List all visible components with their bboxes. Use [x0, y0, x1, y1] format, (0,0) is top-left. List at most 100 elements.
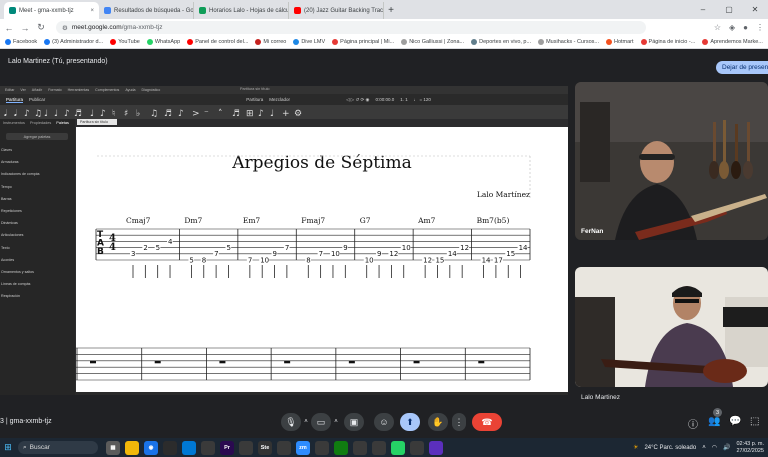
status-item[interactable]: Vista de páginas ▾ [508, 394, 539, 395]
new-tab-button[interactable]: + [384, 2, 398, 19]
weather-text[interactable]: 24°C Parc. soleado [644, 445, 696, 451]
extensions-icon[interactable]: ◈ [729, 23, 735, 32]
taskbar-app-icon[interactable] [125, 440, 139, 455]
menu-item[interactable]: Ver [20, 88, 25, 92]
palette-item[interactable]: Respiración [0, 294, 20, 298]
palette-item[interactable]: Articulaciones [0, 233, 23, 237]
taskbar-app-icon[interactable] [201, 440, 215, 455]
taskbar-app-icon[interactable] [334, 440, 348, 455]
palette-item[interactable]: Repeticiones [0, 209, 22, 213]
tray-chevron-icon[interactable]: ˄ [702, 445, 706, 451]
taskbar-app-icon[interactable] [239, 440, 253, 455]
menu-item[interactable]: Añadir [32, 88, 42, 92]
profile-icon[interactable]: ● [743, 23, 748, 32]
captions-button[interactable]: ▣ [344, 413, 364, 431]
taskbar-app-icon[interactable] [182, 440, 196, 455]
bookmark-item[interactable]: Dive LMV [293, 39, 325, 45]
browser-tab[interactable]: Resultados de búsqueda - Goo× [99, 2, 194, 19]
windows-start-icon[interactable]: ⊞ [0, 438, 16, 457]
maximize-button[interactable]: ▢ [716, 0, 742, 19]
taskbar-app-icon[interactable] [410, 440, 424, 455]
bookmark-item[interactable]: YouTube [110, 39, 140, 45]
bookmark-item[interactable]: Mi correo [255, 39, 286, 45]
reload-icon[interactable]: ↻ [36, 22, 46, 33]
bookmark-item[interactable]: WhatsApp [146, 39, 180, 45]
bookmark-item[interactable]: Panel de control del... [187, 39, 248, 45]
volume-icon[interactable]: 🔊 [723, 444, 730, 451]
present-screen-button[interactable]: ⬆ [400, 413, 420, 431]
tab-palettes[interactable]: Paletas [56, 121, 69, 125]
bookmark-item[interactable]: Deportes en vivo, p... [471, 39, 531, 45]
palette-item[interactable]: Dinámicas [0, 221, 18, 225]
site-info-icon[interactable]: ⚙ [62, 24, 68, 32]
taskbar-app-icon[interactable] [429, 440, 443, 455]
taskbar-search[interactable]: ⌕ Buscar [18, 441, 98, 454]
microphone-button[interactable]: 🎙 [281, 413, 301, 431]
mode-partitura-button[interactable]: Partitura [246, 97, 263, 102]
stop-presenting-button[interactable]: Dejar de present [716, 61, 768, 74]
tab-partitura[interactable]: Partitura [6, 97, 24, 103]
bookmark-item[interactable]: (3) Administrador d... [44, 39, 103, 45]
palette-item[interactable]: Texto [0, 246, 10, 250]
minimize-button[interactable]: – [690, 0, 716, 19]
bookmark-item[interactable]: Facebook [5, 39, 37, 45]
taskbar-app-icon[interactable] [391, 440, 405, 455]
tab-publicar[interactable]: Publicar [29, 97, 45, 102]
mode-mezclador-button[interactable]: Mezclador [269, 97, 290, 102]
menu-item[interactable]: Complementos [95, 88, 119, 92]
add-palettes-button[interactable]: Agregar paletas [6, 133, 68, 140]
tab-close-icon[interactable]: × [90, 8, 94, 14]
wifi-icon[interactable]: ◠ [712, 444, 717, 451]
menu-item[interactable]: Formato [48, 88, 61, 92]
bookmark-item[interactable]: Musihacks - Cursos... [538, 39, 599, 45]
bookmark-item[interactable]: Hotmart [605, 39, 634, 45]
taskbar-app-icon[interactable]: zm [296, 440, 310, 455]
taskbar-app-icon[interactable] [315, 440, 329, 455]
menu-item[interactable]: Ayuda [125, 88, 135, 92]
taskbar-app-icon[interactable] [163, 440, 177, 455]
bookmark-item[interactable]: Página principal | Mi... [332, 39, 394, 45]
score-document-tab[interactable]: Partitura sin título [77, 119, 117, 125]
back-icon[interactable]: ← [4, 23, 14, 33]
browser-tab[interactable]: Meet - gma-xxmb-tjz × [4, 2, 99, 19]
audio-options-chevron-icon[interactable]: ˄ [301, 413, 311, 431]
note-toolbar-icons[interactable]: 𝅘𝅥 𝅘𝅥 ♪ ♫ ♩ ♩ ♪ ♬ ♩ ♪ ♮ ♯ ♭ ♫ ♬ ♪ > ⁻ ˄ ♬ ⊞ ♪ ♩ + ⚙ [0, 105, 568, 119]
activities-icon[interactable]: ⬚ [750, 416, 759, 427]
people-icon[interactable]: 👥 [708, 416, 720, 427]
menu-item[interactable]: Herramientas [68, 88, 90, 92]
taskbar-app-icon[interactable] [277, 440, 291, 455]
tab-instruments[interactable]: Instrumentos [3, 121, 25, 125]
palette-item[interactable]: Tempo [0, 185, 12, 189]
self-video-tile[interactable] [575, 267, 768, 387]
status-item[interactable]: 25% ▾ [549, 394, 560, 395]
palette-item[interactable]: Ornamentos y saltos [0, 270, 34, 274]
score-page[interactable]: Arpegios de Séptima Lalo Martínez Cmaj7 D… [76, 127, 568, 392]
palette-item[interactable]: Barras [0, 197, 12, 201]
taskbar-app-icon[interactable]: ◉ [144, 440, 158, 455]
bookmark-item[interactable]: Aprendemos Marke... [702, 39, 763, 45]
status-item[interactable]: Espacio de trabajo: Default [406, 395, 452, 396]
taskbar-app-icon[interactable] [353, 440, 367, 455]
palette-item[interactable]: Armaduras [0, 160, 19, 164]
palette-item[interactable]: Indicaciones de compás [0, 172, 40, 176]
end-call-button[interactable]: ☎ [472, 413, 502, 431]
palette-item[interactable]: Acordes [0, 258, 14, 262]
taskbar-app-icon[interactable]: Ste [258, 440, 272, 455]
palette-item[interactable]: Líneas de compás [0, 282, 30, 286]
bookmark-star-icon[interactable]: ☆ [714, 23, 721, 32]
close-window-button[interactable]: ✕ [742, 0, 768, 19]
status-item[interactable]: Afinación de concierto [461, 395, 498, 396]
more-options-button[interactable]: ⋮ [452, 413, 466, 431]
raise-hand-button[interactable]: ✋ [428, 413, 448, 431]
chat-icon[interactable]: 💬 [729, 416, 741, 427]
taskbar-app-icon[interactable]: Pr [220, 440, 234, 455]
bookmark-item[interactable]: Nico Galliussi | Zona... [401, 39, 464, 45]
address-input[interactable]: ⚙ meet.google.com/gma-xxmb-tjz [56, 21, 646, 34]
menu-item[interactable]: Editar [5, 88, 14, 92]
clock[interactable]: 02:43 p. m. 27/02/2025 [736, 441, 764, 455]
menu-icon[interactable]: ⋮ [756, 23, 764, 32]
forward-icon[interactable]: → [20, 23, 30, 33]
meeting-info-icon[interactable]: ⓘ [688, 416, 698, 431]
taskbar-app-icon[interactable]: ▦ [106, 440, 120, 455]
palette-item[interactable]: Claves [0, 148, 12, 152]
